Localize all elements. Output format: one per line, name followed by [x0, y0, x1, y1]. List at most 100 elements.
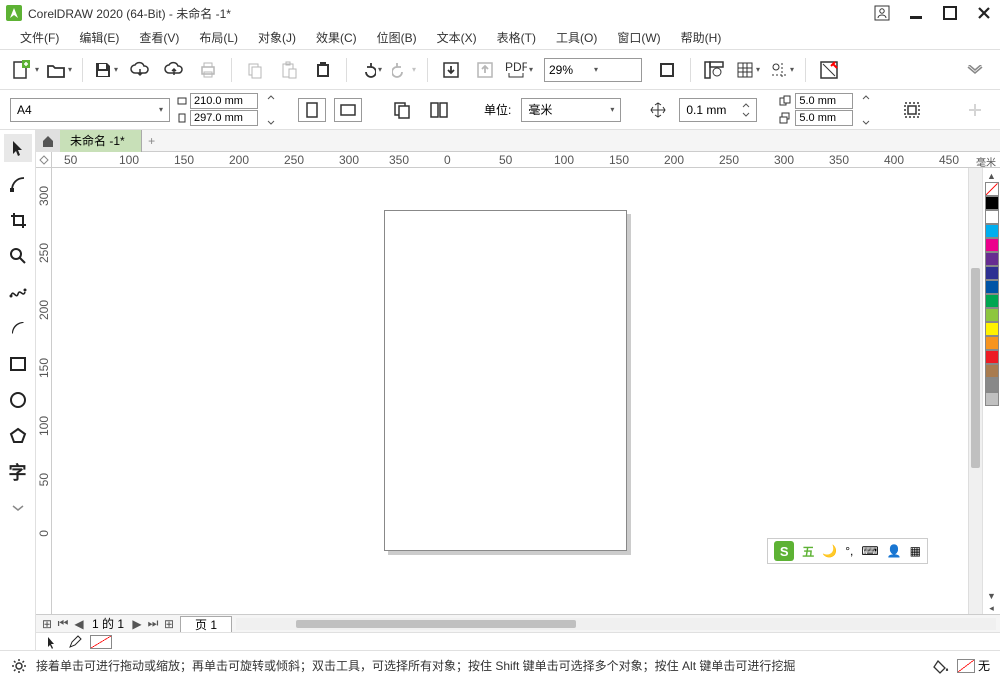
page-prev[interactable]: ◀	[72, 617, 86, 631]
cloud-up-button[interactable]	[159, 55, 189, 85]
swatch[interactable]	[985, 364, 999, 378]
palette-expand[interactable]: ◂	[985, 602, 999, 614]
menu-effects[interactable]: 效果(C)	[306, 26, 367, 49]
bleed-button[interactable]	[897, 95, 927, 125]
menu-object[interactable]: 对象(J)	[248, 26, 306, 49]
palette-up[interactable]: ▲	[985, 170, 999, 182]
menu-layout[interactable]: 布局(L)	[189, 26, 248, 49]
page-width-input[interactable]	[190, 93, 258, 109]
page-add-icon[interactable]: ⊞	[40, 617, 54, 631]
dup-x-input[interactable]	[795, 93, 853, 109]
menu-table[interactable]: 表格(T)	[487, 26, 546, 49]
menu-window[interactable]: 窗口(W)	[607, 26, 670, 49]
swatch[interactable]	[985, 252, 999, 266]
swatch[interactable]	[985, 308, 999, 322]
menu-help[interactable]: 帮助(H)	[671, 26, 732, 49]
rectangle-tool[interactable]	[4, 350, 32, 378]
toolbox-expand[interactable]	[4, 494, 32, 522]
vertical-ruler[interactable]: 300250200150100500	[36, 168, 52, 614]
maximize-button[interactable]	[940, 3, 960, 23]
menu-file[interactable]: 文件(F)	[10, 26, 69, 49]
new-button[interactable]: ▾	[10, 55, 40, 85]
shape-tool[interactable]	[4, 170, 32, 198]
swatch[interactable]	[985, 280, 999, 294]
swatch[interactable]	[985, 266, 999, 280]
menu-view[interactable]: 查看(V)	[129, 26, 189, 49]
zoom-tool[interactable]	[4, 242, 32, 270]
polygon-tool[interactable]	[4, 422, 32, 450]
grid-button[interactable]: ▾	[733, 55, 763, 85]
dup-spinner[interactable]	[861, 95, 871, 125]
ruler-origin[interactable]	[36, 152, 52, 168]
print-button[interactable]	[193, 55, 223, 85]
ime-keyboard-icon[interactable]: ⌨	[861, 544, 878, 558]
swatch[interactable]	[985, 224, 999, 238]
ime-punct-icon[interactable]: °,	[845, 544, 853, 558]
add-preset-button[interactable]	[960, 95, 990, 125]
gear-icon[interactable]	[10, 657, 28, 675]
ime-moon-icon[interactable]: 🌙	[822, 544, 837, 558]
dim-spinner[interactable]	[266, 95, 276, 125]
ime-user-icon[interactable]: 👤	[887, 544, 902, 558]
swatch[interactable]	[985, 336, 999, 350]
home-tab[interactable]	[36, 130, 60, 152]
close-button[interactable]	[974, 3, 994, 23]
nudge-input[interactable]: 0.1 mm	[679, 98, 757, 122]
menu-bitmap[interactable]: 位图(B)	[367, 26, 427, 49]
guides-button[interactable]: ▾	[767, 55, 797, 85]
account-icon[interactable]	[872, 3, 892, 23]
overflow-icon[interactable]	[960, 55, 990, 85]
horizontal-ruler[interactable]: 毫米50100150200250300350050100150200250300…	[36, 152, 1000, 168]
save-button[interactable]: ▾	[91, 55, 121, 85]
add-tab-button[interactable]: +	[142, 130, 162, 152]
swatch[interactable]	[985, 350, 999, 364]
swatch[interactable]	[985, 294, 999, 308]
swatch[interactable]	[985, 378, 999, 392]
swatch[interactable]	[985, 238, 999, 252]
vertical-scrollbar[interactable]	[968, 168, 982, 614]
fill-preview[interactable]	[90, 635, 112, 649]
swatch[interactable]	[985, 322, 999, 336]
page-tab-1[interactable]: 页 1	[180, 616, 232, 632]
canvas[interactable]: S 五 🌙 °, ⌨ 👤 ▦	[52, 168, 968, 614]
minimize-button[interactable]	[906, 3, 926, 23]
menu-tools[interactable]: 工具(O)	[546, 26, 607, 49]
dup-y-input[interactable]	[795, 110, 853, 126]
fill-bucket-icon[interactable]	[933, 658, 951, 674]
document-tab[interactable]: 未命名 -1*	[60, 130, 142, 152]
portrait-button[interactable]	[298, 98, 326, 122]
artistic-media-tool[interactable]	[4, 314, 32, 342]
page-last[interactable]: ⏭	[146, 617, 160, 631]
page-add2-icon[interactable]: ⊞	[162, 617, 176, 631]
ellipse-tool[interactable]	[4, 386, 32, 414]
page-size-combo[interactable]: A4▾	[10, 98, 170, 122]
open-button[interactable]: ▾	[44, 55, 74, 85]
pick-tool[interactable]	[4, 134, 32, 162]
horizontal-scrollbar[interactable]	[236, 618, 996, 630]
page-next[interactable]: ▶	[130, 617, 144, 631]
zoom-combo[interactable]: 29%▾	[544, 58, 642, 82]
pages-all-button[interactable]	[388, 95, 418, 125]
page-height-input[interactable]	[190, 110, 258, 126]
crop-tool[interactable]	[4, 206, 32, 234]
rulers-button[interactable]	[699, 55, 729, 85]
landscape-button[interactable]	[334, 98, 362, 122]
freehand-tool[interactable]	[4, 278, 32, 306]
fill-indicator[interactable]: 无	[957, 657, 990, 674]
text-tool[interactable]: 字	[4, 458, 32, 486]
fullscreen-button[interactable]	[652, 55, 682, 85]
publish-pdf-button[interactable]: PDF▾	[504, 55, 534, 85]
pages-current-button[interactable]	[424, 95, 454, 125]
swatch[interactable]	[985, 196, 999, 210]
swatch-none[interactable]	[985, 182, 999, 196]
clipboard-button[interactable]	[308, 55, 338, 85]
options-button[interactable]	[814, 55, 844, 85]
palette-down[interactable]: ▼	[985, 590, 999, 602]
ime-grid-icon[interactable]: ▦	[910, 544, 921, 558]
page-first[interactable]: ⏮	[56, 617, 70, 631]
swatch[interactable]	[985, 392, 999, 406]
unit-combo[interactable]: 毫米▾	[521, 98, 621, 122]
ime-toolbar[interactable]: S 五 🌙 °, ⌨ 👤 ▦	[767, 538, 928, 564]
import-button[interactable]	[436, 55, 466, 85]
cloud-down-button[interactable]	[125, 55, 155, 85]
